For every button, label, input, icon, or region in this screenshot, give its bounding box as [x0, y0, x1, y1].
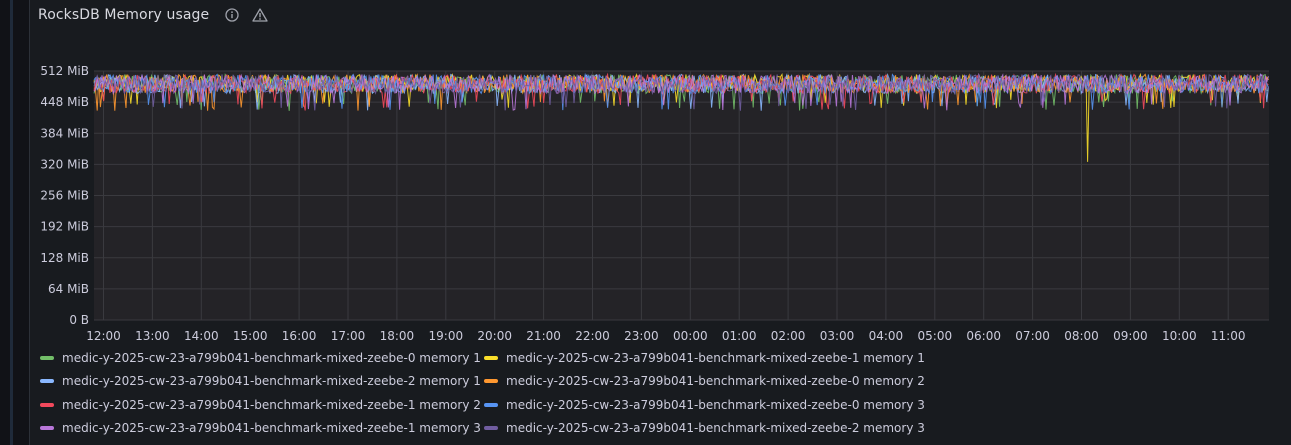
y-tick-label: 384 MiB — [40, 126, 89, 140]
y-tick-label: 64 MiB — [48, 282, 89, 296]
legend-item[interactable]: medic-y-2025-cw-23-a799b041-benchmark-mi… — [40, 417, 484, 441]
legend-swatch — [40, 426, 54, 431]
legend-swatch — [484, 355, 498, 360]
x-tick-label: 10:00 — [1162, 329, 1197, 343]
x-tick-label: 07:00 — [1015, 329, 1050, 343]
legend-label: medic-y-2025-cw-23-a799b041-benchmark-mi… — [62, 350, 481, 365]
x-tick-label: 18:00 — [380, 329, 415, 343]
legend-item[interactable]: medic-y-2025-cw-23-a799b041-benchmark-mi… — [40, 370, 484, 394]
legend-label: medic-y-2025-cw-23-a799b041-benchmark-mi… — [62, 421, 481, 436]
x-tick-label: 21:00 — [526, 329, 561, 343]
legend-swatch — [40, 402, 54, 407]
legend-swatch — [484, 379, 498, 384]
legend-item[interactable]: medic-y-2025-cw-23-a799b041-benchmark-mi… — [484, 417, 928, 441]
legend-swatch — [40, 355, 54, 360]
legend-label: medic-y-2025-cw-23-a799b041-benchmark-mi… — [506, 421, 925, 436]
x-tick-label: 02:00 — [771, 329, 806, 343]
x-tick-label: 19:00 — [429, 329, 464, 343]
legend-item[interactable]: medic-y-2025-cw-23-a799b041-benchmark-mi… — [40, 346, 484, 370]
x-tick-label: 09:00 — [1113, 329, 1148, 343]
legend-swatch — [40, 379, 54, 384]
x-tick-label: 14:00 — [184, 329, 219, 343]
legend-item[interactable]: medic-y-2025-cw-23-a799b041-benchmark-mi… — [484, 370, 928, 394]
x-tick-label: 05:00 — [918, 329, 953, 343]
x-tick-label: 15:00 — [233, 329, 268, 343]
y-tick-label: 448 MiB — [40, 95, 89, 109]
x-tick-label: 12:00 — [86, 329, 121, 343]
x-tick-label: 03:00 — [820, 329, 855, 343]
y-tick-label: 128 MiB — [40, 251, 89, 265]
x-tick-label: 22:00 — [575, 329, 610, 343]
y-tick-label: 192 MiB — [40, 220, 89, 234]
x-tick-label: 13:00 — [135, 329, 170, 343]
chart-legend: medic-y-2025-cw-23-a799b041-benchmark-mi… — [40, 346, 1040, 440]
y-tick-label: 256 MiB — [40, 189, 89, 203]
legend-label: medic-y-2025-cw-23-a799b041-benchmark-mi… — [506, 350, 925, 365]
x-tick-label: 11:00 — [1211, 329, 1246, 343]
legend-label: medic-y-2025-cw-23-a799b041-benchmark-mi… — [506, 374, 925, 389]
legend-label: medic-y-2025-cw-23-a799b041-benchmark-mi… — [506, 397, 925, 412]
legend-item[interactable]: medic-y-2025-cw-23-a799b041-benchmark-mi… — [484, 393, 928, 417]
x-tick-label: 06:00 — [966, 329, 1001, 343]
x-tick-label: 17:00 — [331, 329, 366, 343]
y-tick-label: 0 B — [69, 313, 89, 327]
x-tick-label: 04:00 — [869, 329, 904, 343]
legend-label: medic-y-2025-cw-23-a799b041-benchmark-mi… — [62, 374, 481, 389]
legend-item[interactable]: medic-y-2025-cw-23-a799b041-benchmark-mi… — [484, 346, 928, 370]
y-tick-label: 512 MiB — [40, 64, 89, 78]
memory-chart: 512 MiB 448 MiB 384 MiB 320 MiB 256 MiB 192 M… — [40, 64, 1269, 343]
x-tick-label: 16:00 — [282, 329, 317, 343]
legend-label: medic-y-2025-cw-23-a799b041-benchmark-mi… — [62, 397, 481, 412]
x-tick-label: 00:00 — [673, 329, 708, 343]
x-tick-label: 08:00 — [1064, 329, 1099, 343]
x-tick-label: 23:00 — [624, 329, 659, 343]
legend-item[interactable]: medic-y-2025-cw-23-a799b041-benchmark-mi… — [40, 393, 484, 417]
y-tick-label: 320 MiB — [40, 157, 89, 171]
legend-swatch — [484, 426, 498, 431]
x-tick-label: 01:00 — [722, 329, 757, 343]
x-tick-label: 20:00 — [477, 329, 512, 343]
legend-swatch — [484, 402, 498, 407]
